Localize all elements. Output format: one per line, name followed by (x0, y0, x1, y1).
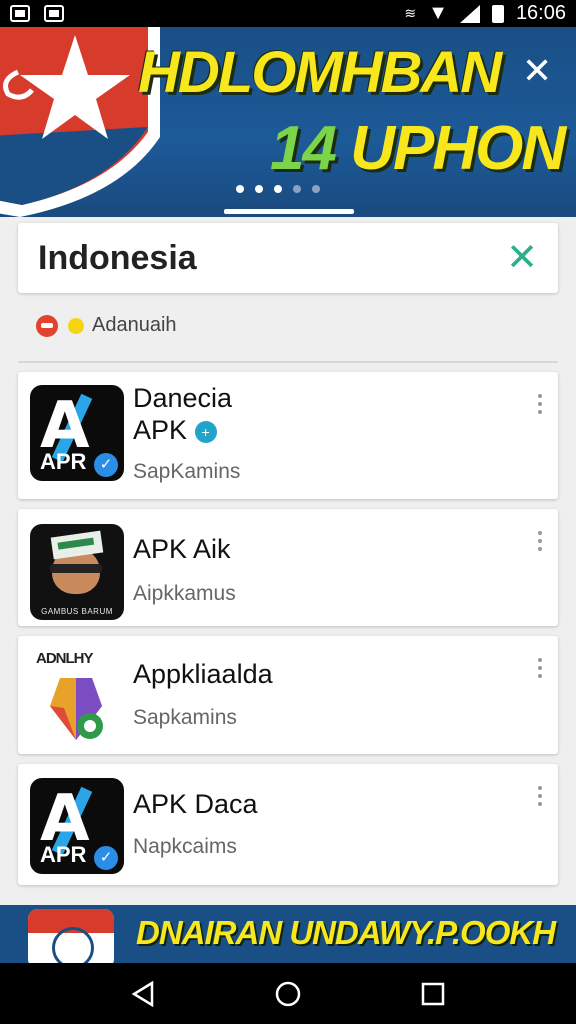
ad-logo-icon (28, 909, 114, 963)
clear-search-icon[interactable]: ✕ (506, 239, 538, 277)
divider (18, 361, 558, 363)
app-title: Appkliaalda (133, 659, 273, 689)
app-title: APK Aik (133, 534, 231, 564)
remove-filter-icon[interactable] (36, 314, 58, 337)
face-app-icon: GAMBUS BARUM (30, 524, 124, 620)
app-subtitle: Aipkkamus (133, 582, 236, 605)
carousel-dot[interactable] (274, 185, 282, 193)
filter-label: Adanuaih (92, 314, 177, 336)
carousel-dot[interactable] (236, 185, 244, 193)
carousel-dot[interactable] (293, 185, 301, 193)
list-item[interactable]: A APR ✓ Danecia APK + SapKamins (18, 372, 558, 499)
more-options-icon[interactable] (538, 531, 542, 551)
close-icon[interactable]: ✕ (522, 53, 552, 89)
list-item[interactable]: A APR ✓ APK Daca Napkcaims (18, 764, 558, 885)
more-options-icon[interactable] (538, 394, 542, 414)
carousel-dots (236, 185, 320, 193)
app-title: APK Daca (133, 789, 258, 819)
apr-app-icon: A APR ✓ (30, 385, 124, 481)
clock: 16:06 (515, 2, 566, 24)
list-item[interactable]: ADNLHY Appkliaalda Sapkamins (18, 636, 558, 754)
app-subtitle: Sapkamins (133, 706, 237, 729)
wifi-icon: ▼ (428, 2, 448, 24)
banner-headline: HDLOMHBAN (138, 40, 502, 105)
banner-number: 14 (270, 114, 337, 183)
verified-badge-icon: + (194, 420, 217, 443)
promo-banner[interactable]: HDLOMHBAN 14 UPHON ✕ (0, 27, 576, 217)
back-icon[interactable] (123, 974, 163, 1014)
map-pin-app-icon: ADNLHY (30, 648, 124, 744)
carousel-dot[interactable] (255, 185, 263, 193)
more-options-icon[interactable] (538, 658, 542, 678)
navigation-bar (0, 963, 576, 1024)
search-bar[interactable]: Indonesia ✕ (18, 223, 558, 293)
signal-icon (459, 4, 480, 23)
carousel-indicator (224, 209, 354, 214)
more-options-icon[interactable] (538, 786, 542, 806)
status-dot-icon (68, 317, 84, 334)
status-bar: ≋ ▼ 16:06 (0, 0, 576, 27)
filter-chip[interactable]: Adanuaih (36, 314, 177, 337)
banner-subheadline: 14 UPHON (270, 113, 566, 184)
recents-icon[interactable] (413, 974, 453, 1014)
home-icon[interactable] (268, 974, 308, 1014)
apr-app-icon: A APR ✓ (30, 778, 124, 874)
battery-icon (491, 4, 504, 23)
app-title: Danecia APK + (133, 383, 233, 445)
vibrate-icon: ≋ (404, 5, 417, 21)
image-notification-icon (44, 5, 64, 22)
banner-word: UPHON (334, 114, 566, 183)
app-subtitle: SapKamins (133, 460, 241, 483)
search-query[interactable]: Indonesia (38, 239, 197, 278)
ad-text: DNAIRAN UNDAWY.P.OOKH (136, 914, 556, 951)
list-item[interactable]: GAMBUS BARUM APK Aik Aipkkamus (18, 509, 558, 626)
notification-icon (10, 5, 30, 22)
ad-banner[interactable]: DNAIRAN UNDAWY.P.OOKH (0, 905, 576, 963)
app-subtitle: Napkcaims (133, 835, 237, 858)
carousel-dot[interactable] (312, 185, 320, 193)
